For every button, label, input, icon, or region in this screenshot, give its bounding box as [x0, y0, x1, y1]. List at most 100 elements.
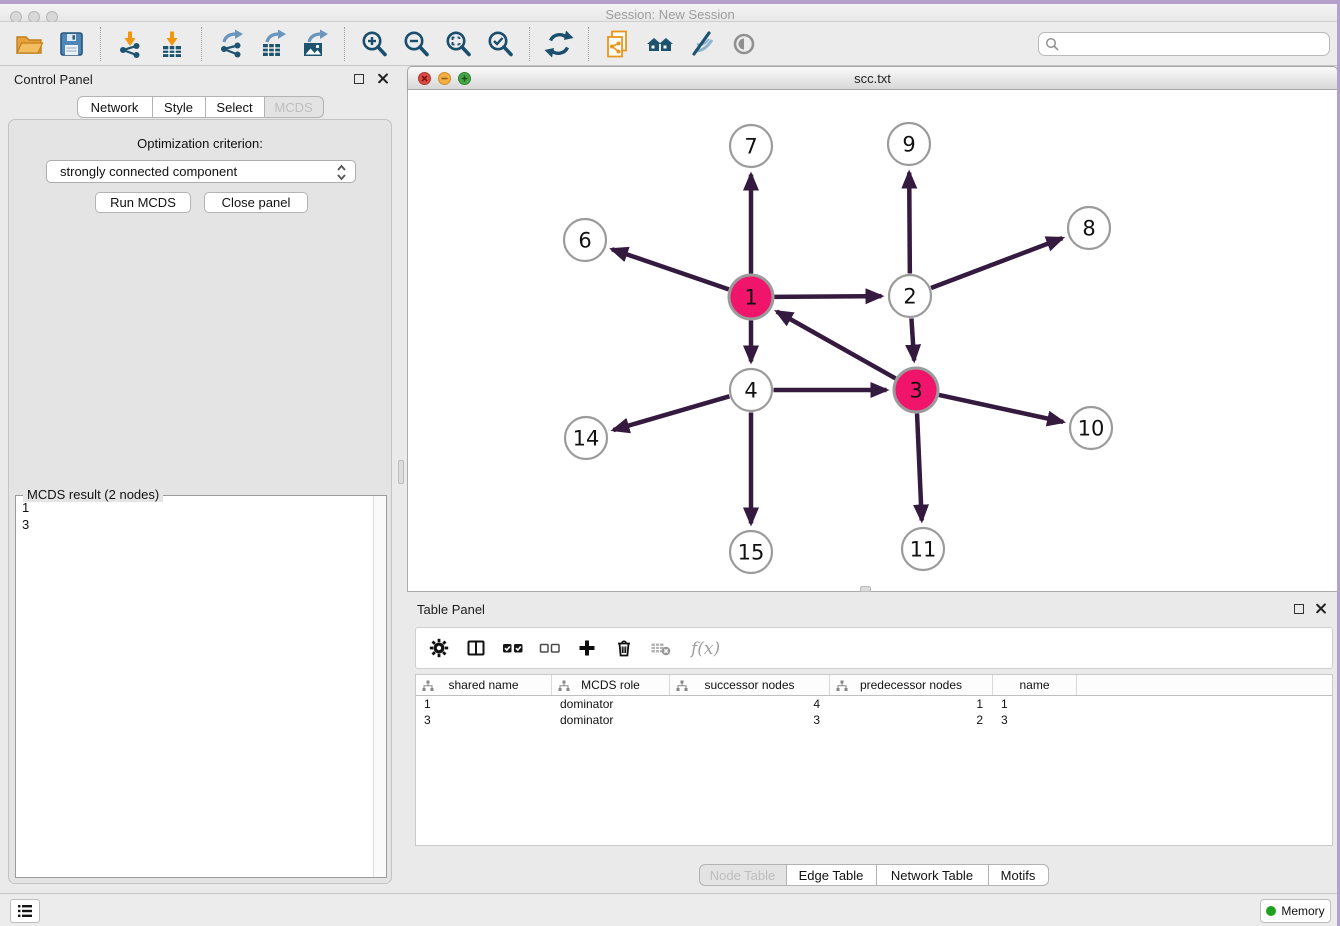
result-line: 3 [22, 516, 367, 533]
graph-node-label-9: 9 [902, 132, 915, 156]
zoom-in-icon[interactable] [359, 29, 389, 59]
graph-edge-3-10[interactable] [939, 395, 1063, 422]
float-panel-icon[interactable] [354, 74, 364, 84]
network-canvas[interactable]: 7968124314101511 [407, 90, 1338, 592]
control-panel-title: Control Panel [14, 72, 93, 87]
import-table-icon[interactable] [157, 29, 187, 59]
function-builder-icon[interactable]: f(x) [687, 637, 721, 659]
tab-edge-table[interactable]: Edge Table [787, 864, 877, 886]
hierarchy-icon [676, 680, 688, 695]
hierarchy-icon [558, 680, 570, 695]
table-header-row: shared name MCDS role successor nodes pr… [416, 675, 1332, 696]
graph-node-label-2: 2 [903, 284, 916, 308]
optimization-criterion-label: Optimization criterion: [9, 136, 391, 151]
tab-network-table[interactable]: Network Table [877, 864, 989, 886]
mcds-result-text[interactable]: 1 3 [16, 496, 373, 877]
clone-network-icon[interactable] [603, 29, 633, 59]
table-panel-title: Table Panel [417, 602, 485, 617]
export-table-icon[interactable] [258, 29, 288, 59]
zoom-fit-icon[interactable] [443, 29, 473, 59]
export-network-icon[interactable] [216, 29, 246, 59]
graph-node-label-1: 1 [744, 285, 757, 309]
toolbar-separator [588, 27, 589, 61]
table-panel-header: Table Panel [407, 597, 1340, 621]
select-all-rows-icon[interactable] [502, 637, 524, 659]
run-mcds-button[interactable]: Run MCDS [95, 192, 191, 213]
titlebar: Session: New Session [0, 0, 1340, 22]
search-input[interactable] [1038, 32, 1330, 56]
column-header-shared-name[interactable]: shared name [416, 675, 552, 695]
search-icon [1045, 37, 1060, 57]
float-table-panel-icon[interactable] [1294, 604, 1304, 614]
tab-network[interactable]: Network [77, 96, 153, 118]
toolbar-separator [201, 27, 202, 61]
zoom-out-icon[interactable] [401, 29, 431, 59]
tab-motifs[interactable]: Motifs [989, 864, 1049, 886]
result-line: 1 [22, 499, 367, 516]
list-icon [17, 904, 33, 918]
graph-edge-1-2[interactable] [774, 296, 881, 297]
tab-style[interactable]: Style [153, 96, 206, 118]
column-header-mcds-role[interactable]: MCDS role [552, 675, 670, 695]
table-row[interactable]: 1 dominator 4 1 1 [416, 696, 1332, 712]
graph-edge-3-11[interactable] [917, 413, 922, 520]
graph-edge-2-9[interactable] [909, 172, 910, 273]
toggle-panel-columns-icon[interactable] [465, 637, 487, 659]
table-splitter-grip[interactable] [860, 586, 871, 592]
show-panel-list-button[interactable] [10, 899, 40, 923]
svg-text:f(x): f(x) [689, 639, 720, 659]
graph-edge-2-3[interactable] [911, 318, 914, 360]
criterion-dropdown[interactable]: strongly connected component [46, 160, 356, 183]
delete-column-icon[interactable] [613, 637, 635, 659]
tab-node-table[interactable]: Node Table [699, 864, 787, 886]
mcds-tab-content: Optimization criterion: strongly connect… [8, 119, 392, 884]
graph-node-label-6: 6 [578, 228, 591, 252]
graph-edge-2-8[interactable] [931, 238, 1062, 288]
open-session-icon[interactable] [14, 29, 44, 59]
memory-label: Memory [1281, 904, 1324, 918]
close-table-panel-icon[interactable] [1314, 601, 1328, 615]
network-window: scc.txt 7968124314101511 [407, 66, 1338, 592]
graph-edge-1-6[interactable] [612, 249, 729, 289]
import-network-icon[interactable] [115, 29, 145, 59]
column-header-successor-nodes[interactable]: successor nodes [670, 675, 830, 695]
graph-edge-3-1[interactable] [777, 311, 896, 378]
window-title: Session: New Session [0, 7, 1340, 22]
export-image-icon[interactable] [300, 29, 330, 59]
table-options-gear-icon[interactable] [428, 637, 450, 659]
refresh-view-icon[interactable] [544, 29, 574, 59]
tab-mcds[interactable]: MCDS [265, 96, 324, 118]
dropdown-stepper-icon [336, 164, 347, 184]
close-panel-button[interactable]: Close panel [204, 192, 308, 213]
graph-node-label-8: 8 [1082, 216, 1095, 240]
deselect-all-rows-icon[interactable] [539, 637, 561, 659]
graph-node-label-4: 4 [744, 378, 757, 402]
graph-edge-4-14[interactable] [613, 396, 729, 430]
tab-select[interactable]: Select [206, 96, 265, 118]
memory-button[interactable]: Memory [1260, 899, 1331, 923]
save-session-icon[interactable] [56, 29, 86, 59]
control-panel-tabs: Network Style Select MCDS [0, 96, 400, 118]
first-neighbors-icon[interactable] [645, 29, 675, 59]
close-panel-icon[interactable] [376, 71, 390, 85]
table-panel-tabs: Node Table Edge Table Network Table Moti… [407, 864, 1340, 886]
result-scrollbar-track[interactable] [373, 496, 386, 877]
network-window-titlebar[interactable]: scc.txt [407, 66, 1338, 90]
show-hide-graphics-details-icon[interactable] [687, 29, 717, 59]
table-row[interactable]: 3 dominator 3 2 3 [416, 712, 1332, 728]
add-column-icon[interactable] [576, 637, 598, 659]
graph-node-label-15: 15 [738, 540, 765, 564]
network-graph[interactable]: 7968124314101511 [408, 90, 1337, 591]
network-window-title: scc.txt [408, 71, 1337, 86]
column-header-name[interactable]: name [993, 675, 1077, 695]
toolbar-search [1038, 32, 1330, 56]
graph-node-label-14: 14 [573, 426, 600, 450]
birds-eye-view-icon[interactable] [729, 29, 759, 59]
delete-table-icon[interactable] [650, 637, 672, 659]
panel-splitter-grip[interactable] [398, 460, 404, 484]
graph-node-label-10: 10 [1078, 416, 1105, 440]
zoom-selected-icon[interactable] [485, 29, 515, 59]
table-toolbar: f(x) [415, 627, 1333, 669]
memory-status-icon [1266, 906, 1276, 916]
column-header-predecessor-nodes[interactable]: predecessor nodes [830, 675, 993, 695]
